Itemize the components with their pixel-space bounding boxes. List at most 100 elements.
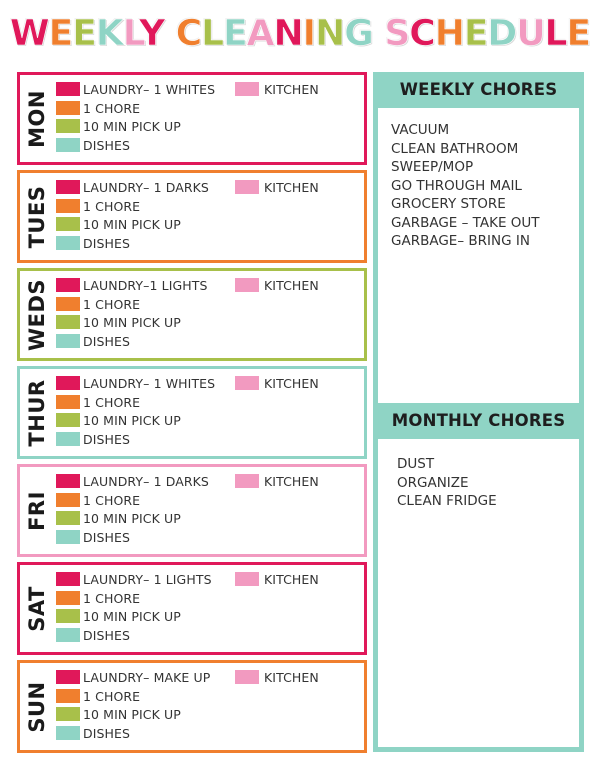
dishes-task-label: DISHES [83, 235, 131, 251]
kitchen-task: KITCHEN [235, 180, 319, 195]
title-letter: N [315, 13, 346, 54]
dishes-task: DISHES [56, 235, 131, 251]
kitchen-task-label: KITCHEN [264, 572, 319, 587]
title-letter: E [48, 13, 73, 54]
chore-task: 1 CHORE [56, 492, 141, 508]
kitchen-task-label: KITCHEN [264, 474, 319, 489]
title-letter: L [122, 13, 140, 54]
kitchen-task-label: KITCHEN [264, 278, 319, 293]
day-label: FRI [22, 467, 52, 554]
kitchen-swatch [235, 474, 259, 488]
dishes-task: DISHES [56, 529, 130, 545]
chore-task-label: 1 CHORE [83, 688, 141, 704]
weekly-chore-item: VACUUM [391, 122, 450, 138]
laundry-task: LAUNDRY– 1 DARKS [56, 180, 209, 195]
monthly-chore-item: CLEAN FRIDGE [397, 493, 497, 509]
pickup-swatch [56, 315, 80, 329]
kitchen-task: KITCHEN [235, 82, 319, 97]
pickup-swatch [56, 707, 80, 721]
laundry-swatch [56, 180, 80, 194]
laundry-task: LAUNDRY– 1 LIGHTS [56, 572, 212, 587]
weekly-chore-item: GARBAGE– BRING IN [391, 233, 530, 249]
weekly-chore-item: SWEEP/MOP [391, 159, 474, 175]
laundry-task-label: LAUNDRY– 1 WHITES [83, 376, 216, 391]
day-label-text: SUN [25, 680, 49, 733]
day-box-fri: FRI LAUNDRY– 1 DARKS 1 CHORE 10 MIN PICK UP… [17, 464, 367, 557]
pickup-task-label: 10 MIN PICK UP [83, 511, 181, 526]
chore-swatch [56, 688, 80, 703]
kitchen-swatch [235, 376, 259, 390]
chore-task-label: 1 CHORE [83, 492, 141, 508]
chore-swatch [56, 394, 80, 409]
weekly-chore-item: GARBAGE – TAKE OUT [391, 214, 540, 231]
chore-swatch [56, 198, 80, 213]
pickup-swatch [56, 609, 80, 623]
chore-swatch [56, 590, 80, 605]
pickup-task-label: 10 MIN PICK UP [83, 217, 181, 232]
chore-task-label: 1 CHORE [83, 590, 141, 606]
monthly-chores-heading: MONTHLY CHORES [391, 411, 566, 430]
laundry-task-label: LAUNDRY– 1 LIGHTS [83, 572, 212, 587]
title-letter: A [246, 13, 274, 54]
monthly-chore-item: ORGANIZE [397, 474, 469, 491]
dishes-task-label: DISHES [83, 627, 131, 643]
pickup-task: 10 MIN PICK UP [56, 315, 181, 330]
day-label-text: TUES [25, 185, 49, 248]
title-letter: I [302, 13, 316, 54]
pickup-swatch [56, 413, 80, 427]
title-letter: W [9, 13, 50, 54]
day-label: SUN [22, 663, 52, 750]
monthly-chore-item: DUST [397, 456, 435, 472]
title-letter: H [434, 13, 465, 54]
day-label: THUR [22, 369, 52, 456]
day-box-mon: MON LAUNDRY– 1 WHITES 1 CHORE 10 MIN PICK U… [17, 72, 367, 165]
dishes-task-label: DISHES [83, 725, 131, 741]
day-label-text: WEDS [25, 278, 49, 351]
title-letter: C [175, 13, 202, 54]
monthly-chores-body: DUST ORGANIZE CLEAN FRIDGE [378, 439, 579, 747]
day-box-sun: SUN LAUNDRY– MAKE UP 1 CHORE 10 MIN PICK UP… [17, 660, 367, 753]
title-letter: E [72, 13, 97, 54]
day-label: TUES [22, 173, 52, 260]
dishes-swatch [56, 627, 80, 642]
laundry-swatch [56, 82, 80, 96]
laundry-swatch [56, 670, 80, 684]
weekly-chores-heading: WEEKLY CHORES [399, 80, 558, 99]
chore-task: 1 CHORE [56, 394, 140, 410]
chore-task-label: 1 CHORE [83, 100, 141, 116]
chore-task: 1 CHORE [56, 296, 140, 312]
pickup-task: 10 MIN PICK UP [56, 511, 181, 526]
title-letter: U [516, 13, 546, 54]
day-label: MON [22, 75, 52, 162]
dishes-task-label: DISHES [83, 137, 131, 153]
kitchen-swatch [235, 278, 259, 292]
laundry-swatch [56, 278, 80, 292]
chore-swatch [56, 296, 80, 311]
day-label-text: FRI [25, 490, 49, 531]
kitchen-task-label: KITCHEN [264, 180, 319, 195]
dishes-task: DISHES [56, 333, 130, 349]
dishes-task: DISHES [56, 137, 131, 153]
laundry-task-label: LAUNDRY– MAKE UP [83, 670, 211, 685]
laundry-task: LAUNDRY–1 LIGHTS [56, 278, 208, 293]
weekly-chore-item: CLEAN BATHROOM [391, 140, 519, 157]
pickup-task: 10 MIN PICK UP [56, 413, 181, 428]
pickup-task: 10 MIN PICK UP [56, 217, 181, 232]
chore-swatch [56, 492, 80, 507]
weekly-chores-body: VACUUM CLEAN BATHROOM SWEEP/MOP GO THROUGH … [378, 108, 579, 403]
day-box-thur: THUR LAUNDRY– 1 WHITES 1 CHORE 10 MIN PICK … [17, 366, 367, 459]
chore-task: 1 CHORE [56, 688, 141, 704]
pickup-task-label: 10 MIN PICK UP [83, 707, 181, 722]
page-title: WEEKLY CLEANING SCHEDULE [0, 13, 600, 54]
day-label-text: THUR [25, 378, 49, 447]
title-letter: C [409, 13, 436, 54]
laundry-task: LAUNDRY– 1 WHITES [56, 376, 215, 391]
laundry-swatch [56, 474, 80, 488]
kitchen-swatch [235, 572, 259, 586]
pickup-swatch [56, 217, 80, 231]
kitchen-swatch [235, 82, 259, 96]
laundry-task: LAUNDRY– MAKE UP [56, 670, 210, 685]
day-box-tues: TUES LAUNDRY– 1 DARKS 1 CHORE 10 MIN PICK U… [17, 170, 367, 263]
day-label: SAT [22, 565, 52, 652]
title-space [164, 13, 176, 54]
